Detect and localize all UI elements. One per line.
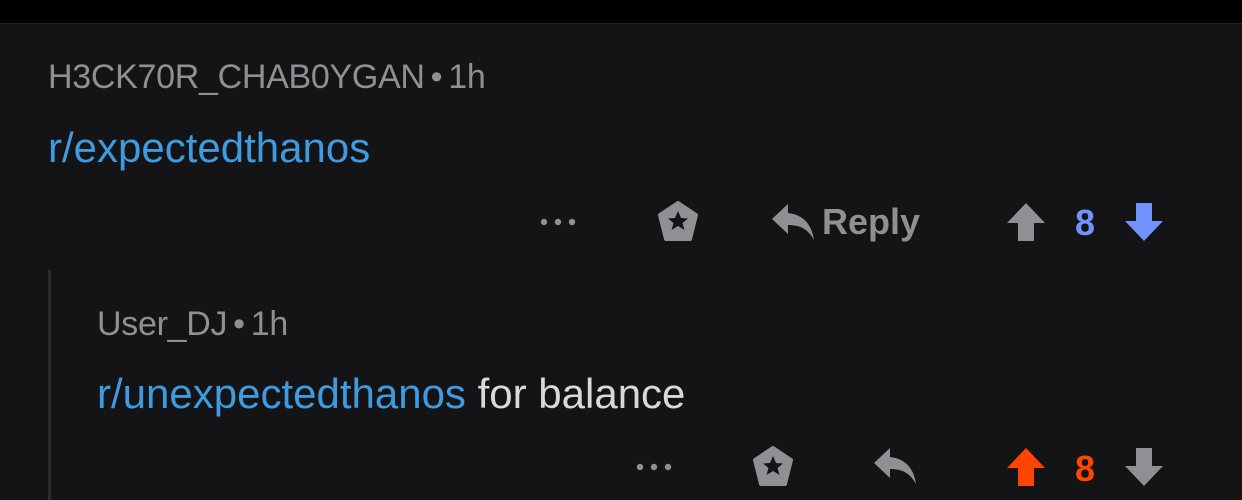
subreddit-link[interactable]: r/expectedthanos bbox=[48, 124, 370, 171]
reply-arrow-icon bbox=[874, 448, 916, 484]
award-button[interactable] bbox=[749, 444, 797, 490]
meta-separator: • bbox=[430, 58, 443, 96]
comment-text: for balance bbox=[477, 370, 686, 417]
upvote-arrow-icon bbox=[1007, 448, 1045, 486]
comment-time: 1h bbox=[448, 58, 486, 96]
comment-body: r/unexpectedthanos for balance bbox=[97, 370, 685, 418]
downvote-button[interactable] bbox=[1122, 200, 1166, 244]
award-icon bbox=[658, 201, 698, 241]
more-options-button[interactable] bbox=[632, 452, 676, 482]
comment-body: r/expectedthanos bbox=[48, 124, 370, 172]
reply-arrow-icon bbox=[771, 204, 814, 240]
downvote-arrow-icon bbox=[1125, 203, 1163, 241]
comment-meta: H3CK70R_CHAB0YGAN • 1h bbox=[48, 58, 486, 97]
comment-time: 1h bbox=[250, 305, 289, 343]
reply-label: Reply bbox=[821, 201, 920, 242]
more-options-icon bbox=[636, 463, 672, 471]
top-bar bbox=[0, 0, 1242, 24]
downvote-button[interactable] bbox=[1122, 446, 1166, 490]
reply-button[interactable]: Reply bbox=[770, 198, 920, 246]
more-options-button[interactable] bbox=[536, 205, 580, 239]
vote-score: 8 bbox=[1074, 448, 1096, 489]
comment-meta: User_DJ • 1h bbox=[97, 305, 288, 344]
thread-line[interactable] bbox=[48, 270, 51, 500]
downvote-arrow-icon bbox=[1125, 448, 1163, 486]
comment-author[interactable]: H3CK70R_CHAB0YGAN bbox=[48, 58, 425, 96]
meta-separator: • bbox=[233, 305, 245, 343]
more-options-icon bbox=[540, 218, 576, 226]
subreddit-link[interactable]: r/unexpectedthanos bbox=[97, 370, 466, 417]
award-icon bbox=[753, 446, 793, 486]
upvote-button[interactable] bbox=[1004, 200, 1048, 244]
vote-score: 8 bbox=[1074, 202, 1096, 243]
award-button[interactable] bbox=[654, 198, 702, 246]
upvote-arrow-icon bbox=[1007, 203, 1045, 241]
reply-button[interactable] bbox=[872, 446, 918, 490]
upvote-button[interactable] bbox=[1004, 446, 1048, 490]
comment-author[interactable]: User_DJ bbox=[97, 305, 227, 343]
